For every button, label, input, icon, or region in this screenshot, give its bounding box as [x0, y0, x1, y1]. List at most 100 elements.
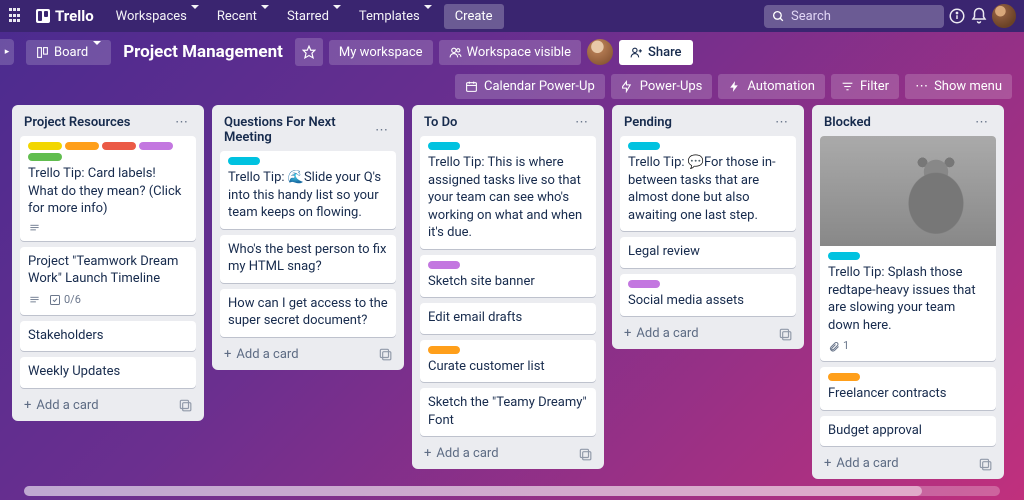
plus-icon: +: [424, 446, 431, 461]
card-text: Trello Tip: Card labels! What do they me…: [28, 165, 188, 218]
label-orange[interactable]: [828, 373, 860, 381]
description-icon: [28, 223, 41, 234]
label-sky[interactable]: [228, 157, 260, 165]
search-input[interactable]: [791, 9, 936, 24]
card-labels: [428, 346, 588, 354]
plus-icon: +: [24, 398, 31, 413]
card[interactable]: Curate customer list: [420, 340, 596, 383]
create-button[interactable]: Create: [444, 4, 504, 29]
top-nav: Trello WorkspacesRecentStarredTemplates …: [0, 0, 1024, 32]
card-text: Sketch the "Teamy Dreamy" Font: [428, 394, 588, 429]
label-sky[interactable]: [828, 252, 860, 260]
list-menu-button[interactable]: ⋯: [371, 123, 392, 138]
share-button[interactable]: Share: [619, 40, 693, 65]
automation-button[interactable]: Automation: [718, 74, 825, 99]
card-text: Trello Tip: Splash those redtape-heavy i…: [828, 264, 988, 334]
card[interactable]: Who's the best person to fix my HTML sna…: [220, 235, 396, 283]
show-menu-button[interactable]: ⋯Show menu: [905, 74, 1012, 99]
search-icon: [772, 10, 785, 23]
card[interactable]: How can I get access to the super secret…: [220, 289, 396, 337]
checklist-badge: 0/6: [49, 293, 81, 308]
description-icon: [28, 295, 41, 306]
card-template-icon[interactable]: [778, 327, 792, 341]
powerups-button[interactable]: Power-Ups: [611, 74, 713, 99]
sidebar-collapse-button[interactable]: ▸: [0, 39, 14, 65]
card-template-icon[interactable]: [578, 447, 592, 461]
add-card-button[interactable]: +Add a card: [820, 452, 996, 471]
label-sky[interactable]: [428, 142, 460, 150]
board-title[interactable]: Project Management: [117, 42, 289, 62]
nav-workspaces[interactable]: Workspaces: [108, 5, 207, 28]
user-avatar[interactable]: [992, 4, 1016, 28]
list-menu-button[interactable]: ⋯: [971, 115, 992, 130]
workspace-button[interactable]: My workspace: [329, 40, 433, 65]
trello-logo[interactable]: Trello: [36, 7, 94, 25]
card[interactable]: Legal review: [620, 237, 796, 268]
label-green[interactable]: [28, 153, 62, 161]
member-avatar[interactable]: [587, 39, 613, 65]
board-canvas[interactable]: Project Resources ⋯ Trello Tip: Card label…: [0, 105, 1024, 497]
card-labels: [228, 157, 388, 165]
card[interactable]: Budget approval: [820, 416, 996, 447]
card[interactable]: Trello Tip: 💬For those in-between tasks …: [620, 136, 796, 231]
chevron-down-icon: [333, 9, 341, 24]
label-purple[interactable]: [628, 280, 660, 288]
label-purple[interactable]: [139, 142, 173, 150]
add-card-button[interactable]: +Add a card: [620, 322, 796, 341]
list-menu-button[interactable]: ⋯: [571, 115, 592, 130]
add-card-button[interactable]: +Add a card: [20, 394, 196, 413]
star-button[interactable]: [295, 38, 323, 66]
filter-button[interactable]: Filter: [831, 74, 899, 99]
card[interactable]: Trello Tip: This is where assigned tasks…: [420, 136, 596, 249]
search-box[interactable]: [764, 5, 944, 28]
card[interactable]: Trello Tip: Card labels! What do they me…: [20, 136, 196, 241]
card[interactable]: Sketch the "Teamy Dreamy" Font: [420, 388, 596, 436]
label-orange[interactable]: [428, 346, 460, 354]
apps-icon[interactable]: [8, 7, 26, 25]
nav-recent[interactable]: Recent: [209, 5, 277, 28]
list-title[interactable]: To Do: [424, 115, 457, 130]
list-menu-button[interactable]: ⋯: [771, 115, 792, 130]
list-title[interactable]: Questions For Next Meeting: [224, 115, 371, 145]
label-purple[interactable]: [428, 261, 460, 269]
card[interactable]: Edit email drafts: [420, 303, 596, 334]
visibility-button[interactable]: Workspace visible: [439, 40, 581, 65]
list-title[interactable]: Blocked: [824, 115, 871, 130]
card-text: Trello Tip: This is where assigned tasks…: [428, 154, 588, 242]
card[interactable]: Freelancer contracts: [820, 367, 996, 410]
card[interactable]: Sketch site banner: [420, 255, 596, 298]
card[interactable]: Weekly Updates: [20, 357, 196, 388]
horizontal-scrollbar[interactable]: [24, 486, 1000, 496]
card[interactable]: Stakeholders: [20, 321, 196, 352]
list-title[interactable]: Project Resources: [24, 115, 130, 130]
info-icon[interactable]: [948, 7, 966, 25]
card-cover-image: [820, 136, 996, 246]
card-template-icon[interactable]: [178, 398, 192, 412]
notifications-icon[interactable]: [970, 7, 988, 25]
card-text: Who's the best person to fix my HTML sna…: [228, 241, 388, 276]
calendar-powerup-button[interactable]: Calendar Power-Up: [455, 74, 605, 99]
nav-starred[interactable]: Starred: [279, 5, 349, 28]
card-text: Trello Tip: 🌊Slide your Q's into this ha…: [228, 169, 388, 222]
label-sky[interactable]: [628, 142, 660, 150]
card-labels: [428, 142, 588, 150]
list-title[interactable]: Pending: [624, 115, 672, 130]
label-red[interactable]: [102, 142, 136, 150]
card[interactable]: Project "Teamwork Dream Work" Launch Tim…: [20, 247, 196, 315]
card[interactable]: Trello Tip: 🌊Slide your Q's into this ha…: [220, 151, 396, 229]
card-template-icon[interactable]: [978, 457, 992, 471]
card-labels: [628, 142, 788, 150]
add-card-button[interactable]: +Add a card: [220, 343, 396, 362]
board-view-button[interactable]: Board: [26, 40, 111, 65]
nav-templates[interactable]: Templates: [351, 5, 440, 28]
dots-icon: ⋯: [915, 79, 928, 94]
card-text: Project "Teamwork Dream Work" Launch Tim…: [28, 253, 188, 288]
label-yellow[interactable]: [28, 142, 62, 150]
card[interactable]: Trello Tip: Splash those redtape-heavy i…: [820, 136, 996, 361]
label-orange[interactable]: [65, 142, 99, 150]
card-text: How can I get access to the super secret…: [228, 295, 388, 330]
add-card-button[interactable]: +Add a card: [420, 442, 596, 461]
card-template-icon[interactable]: [378, 347, 392, 361]
card[interactable]: Social media assets: [620, 274, 796, 317]
list-menu-button[interactable]: ⋯: [171, 115, 192, 130]
